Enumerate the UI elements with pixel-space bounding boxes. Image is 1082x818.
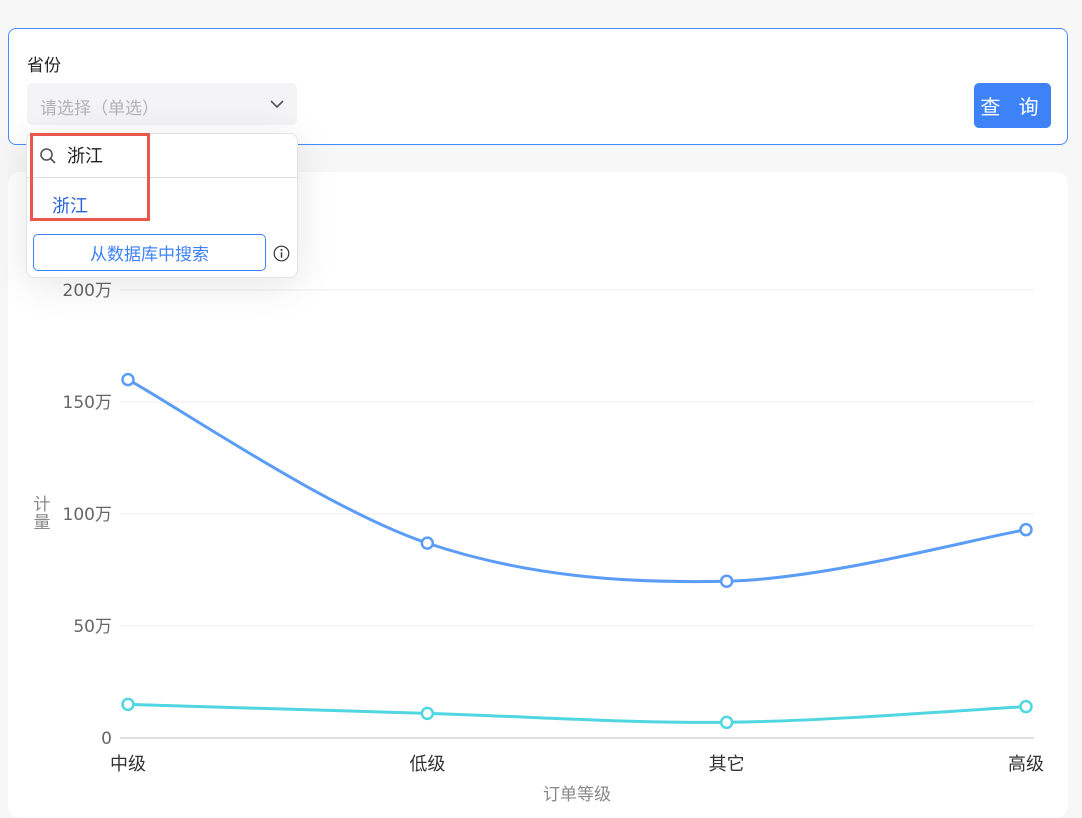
y-tick-label: 0 bbox=[101, 729, 112, 749]
x-tick-label: 其它 bbox=[709, 754, 745, 775]
x-tick-label: 高级 bbox=[1008, 754, 1044, 775]
y-tick-label: 100万 bbox=[63, 505, 112, 525]
series-2-point-低级 bbox=[420, 706, 435, 721]
y-tick-label: 200万 bbox=[63, 281, 112, 301]
province-label: 省份 bbox=[27, 56, 61, 76]
series-1-point-中级 bbox=[121, 372, 135, 387]
province-select[interactable]: 请选择（单选） bbox=[27, 83, 297, 125]
series-line-1 bbox=[127, 378, 1027, 584]
series-2-point-其它 bbox=[719, 715, 734, 730]
series-1-point-低级 bbox=[420, 536, 435, 550]
series-2-point-中级 bbox=[121, 697, 135, 712]
info-icon[interactable] bbox=[273, 245, 290, 266]
series-line-2 bbox=[127, 702, 1027, 724]
search-icon bbox=[39, 147, 57, 169]
dropdown-search-bar bbox=[27, 134, 297, 178]
x-axis-title: 订单等级 bbox=[543, 785, 611, 805]
y-tick-label: 150万 bbox=[63, 393, 112, 413]
series-1-point-其它 bbox=[719, 574, 734, 588]
search-database-button[interactable]: 从数据库中搜索 bbox=[33, 234, 266, 271]
dropdown-option-zhejiang[interactable]: 浙江 bbox=[52, 192, 88, 218]
series-2-point-高级 bbox=[1019, 699, 1033, 714]
filter-panel: 省份 请选择（单选） 查 询 bbox=[8, 28, 1068, 145]
province-select-placeholder: 请选择（单选） bbox=[40, 99, 159, 119]
chevron-down-icon bbox=[269, 96, 285, 116]
y-tick-label: 50万 bbox=[73, 617, 112, 637]
dropdown-search-input[interactable] bbox=[67, 142, 267, 168]
province-dropdown: 浙江 从数据库中搜索 bbox=[26, 133, 298, 278]
query-button[interactable]: 查 询 bbox=[974, 83, 1051, 128]
y-axis-title: 计量 bbox=[34, 495, 51, 533]
series-1-point-高级 bbox=[1019, 522, 1033, 537]
x-tick-label: 中级 bbox=[110, 754, 146, 775]
x-tick-label: 低级 bbox=[409, 754, 445, 775]
